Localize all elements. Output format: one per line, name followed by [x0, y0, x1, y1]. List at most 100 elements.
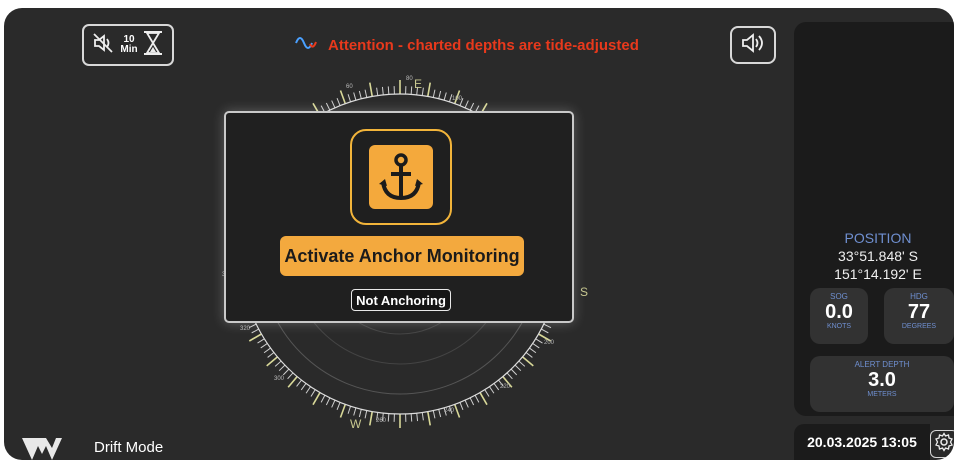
compass-tick [479, 392, 488, 406]
alert-depth-unit: METERS [867, 391, 897, 398]
alert-depth-value: 3.0 [868, 369, 896, 391]
compass-tick [305, 386, 311, 394]
compass-tick [432, 410, 436, 419]
volume-button[interactable] [730, 26, 776, 64]
speaker-muted-icon [92, 32, 116, 59]
compass-tick [257, 338, 265, 344]
compass-west: W [350, 417, 362, 431]
sog-unit: KNOTS [826, 323, 852, 330]
compass-tick [453, 404, 461, 418]
compass-tick [325, 397, 331, 406]
position-title: POSITION [844, 230, 912, 246]
navigation-panel: POSITION 33°51.848' S 151°14.192' E SOG … [794, 22, 954, 416]
compass-tick [368, 82, 374, 97]
compass-tick [410, 413, 413, 422]
compass-tick [336, 98, 341, 106]
sog-value: 0.0 [825, 301, 853, 323]
degree-label: 100 [452, 96, 463, 102]
mute-unit: Min [120, 44, 138, 55]
activate-anchor-monitoring-button[interactable]: Activate Anchor Monitoring [280, 236, 524, 276]
sog-card: SOG 0.0 KNOTS [810, 288, 868, 344]
tide-alert-banner: Attention - charted depths are tide-adju… [294, 34, 639, 56]
compass-tick [426, 411, 432, 426]
compass-tick [310, 389, 316, 397]
compass-tick [282, 368, 290, 376]
anchor-icon-frame [350, 129, 452, 225]
compass-tick [387, 86, 390, 95]
compass-tick [248, 323, 257, 329]
compass-tick [320, 395, 326, 403]
compass-tick [489, 386, 495, 394]
position-latitude: 33°51.848' S [838, 248, 918, 264]
compass-tick [347, 406, 352, 414]
mute-timer-button[interactable]: 10 Min [82, 24, 174, 66]
speaker-icon [740, 32, 766, 59]
mute-duration: 10 Min [120, 35, 137, 55]
settings-button[interactable] [930, 430, 954, 458]
anchor-icon [369, 145, 433, 209]
compass-tick [376, 87, 379, 96]
compass-tick [331, 399, 336, 408]
compass-tick [267, 352, 275, 358]
compass-tick [438, 409, 442, 418]
compass-tick [358, 90, 362, 99]
hdg-card: HDG 77 DEGREES [884, 288, 954, 344]
compass-tick [347, 94, 352, 102]
alert-text: Attention - charted depths are tide-adju… [328, 36, 639, 54]
compass-tick [443, 92, 447, 101]
alert-depth-card[interactable]: ALERT DEPTH 3.0 METERS [810, 356, 954, 412]
compass-tick [251, 328, 259, 334]
degree-label: 300 [274, 376, 285, 382]
degree-label: 60 [346, 84, 353, 90]
compass-tick [368, 411, 374, 426]
compass-tick [416, 413, 419, 422]
compass-tick [353, 407, 357, 416]
compass-tick [336, 402, 341, 410]
compass-tick [464, 399, 469, 408]
degree-label: 80 [406, 76, 413, 82]
compass-tick [529, 347, 537, 354]
compass-tick [410, 86, 413, 95]
compass-tick [484, 389, 490, 397]
compass-tick [364, 89, 368, 98]
sog-label: SOG [830, 292, 848, 301]
degree-label: 320 [240, 326, 251, 332]
compass-tick [514, 364, 522, 372]
compass-tick [469, 102, 475, 111]
hdg-unit: DEGREES [901, 323, 937, 330]
compass-tick [325, 102, 331, 111]
compass-tick [493, 383, 500, 391]
degree-label: 200 [544, 340, 555, 346]
compass-tick [339, 404, 347, 418]
compass-tick [358, 409, 362, 418]
compass-tick [260, 343, 268, 349]
compass-east: E [414, 77, 422, 91]
mode-label: Drift Mode [94, 439, 164, 456]
compass-tick [387, 413, 390, 422]
compass-south: S [580, 285, 588, 299]
degree-label: 260 [376, 418, 387, 424]
compass-tick [532, 343, 540, 349]
compass-tick [525, 352, 533, 358]
compass-tick [421, 87, 424, 96]
compass-tick [432, 89, 436, 98]
compass-tick [381, 86, 384, 95]
compass-tick [464, 100, 469, 109]
compass-tick [312, 392, 321, 406]
position-longitude: 151°14.192' E [834, 266, 922, 282]
app-window: 10 Min Attention - charted depths are ti… [4, 8, 954, 460]
tide-wave-icon [294, 35, 318, 56]
compass-tick [474, 395, 480, 403]
compass-tick [300, 383, 307, 391]
hdg-value: 77 [907, 301, 931, 323]
alert-depth-label: ALERT DEPTH [854, 360, 910, 369]
compass-tick [426, 82, 432, 97]
compass-tick [353, 92, 357, 101]
anchor-monitoring-dialog: Activate Anchor Monitoring Not Anchoring [224, 111, 574, 323]
compass-tick [287, 372, 294, 380]
compass-tick [506, 372, 513, 380]
compass-tick [535, 338, 543, 344]
compass-tick [296, 379, 302, 387]
degree-label: 220 [500, 384, 511, 390]
hourglass-icon [142, 30, 164, 61]
